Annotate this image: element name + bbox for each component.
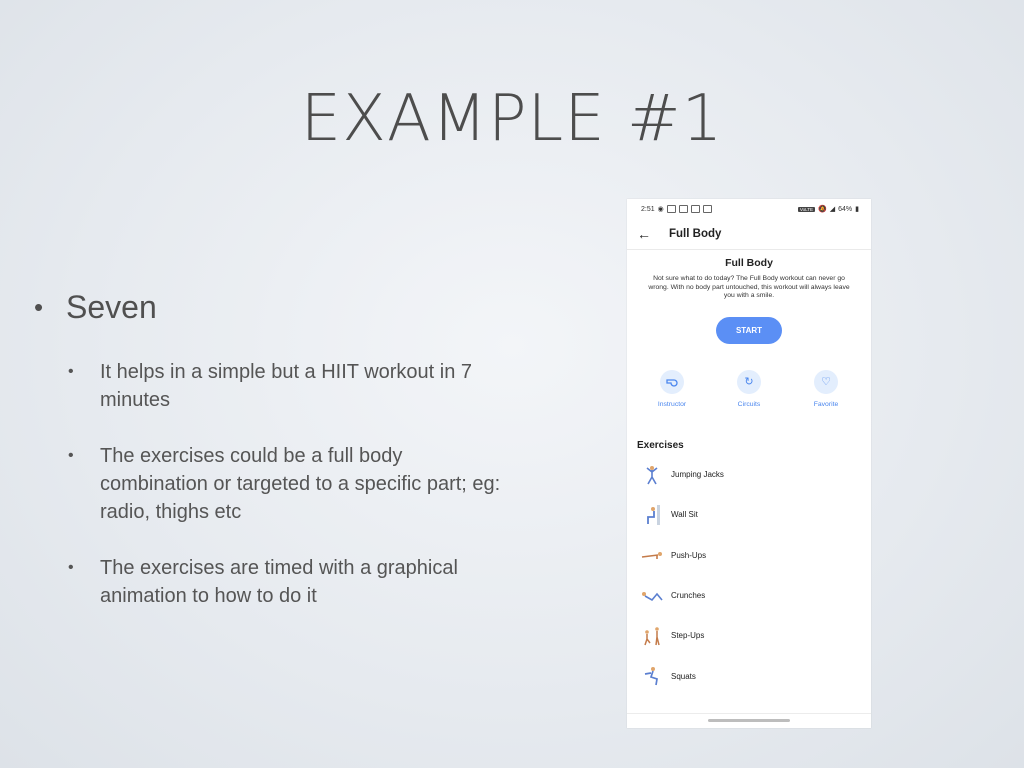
step-ups-figure-icon: [639, 626, 665, 646]
battery-level: 64%: [838, 205, 853, 213]
sub-bullet-dot-icon: •: [68, 363, 74, 380]
wall-sit-figure-icon: [639, 504, 665, 525]
exercise-item-jumping-jacks[interactable]: Jumping Jacks: [639, 455, 859, 495]
bottom-divider: [627, 713, 871, 714]
favorite-label: Favorite: [813, 400, 839, 408]
exercises-header: Exercises: [637, 439, 684, 451]
instructor-label: Instructor: [657, 400, 687, 408]
circuits-button[interactable]: ↻ Circuits: [724, 369, 774, 408]
push-ups-figure-icon: [639, 550, 665, 560]
exercise-list: Jumping Jacks Wall Sit Push-Ups Crunches: [639, 455, 859, 697]
action-row: Instructor ↻ Circuits ♡ Favorite: [639, 369, 859, 408]
sub-bullet-item: • It helps in a simple but a HIIT workou…: [66, 358, 504, 414]
sub-bullet-list: • It helps in a simple but a HIIT workou…: [66, 358, 504, 610]
status-right: VoLTE 🔕 ◢ 64% ▮: [797, 205, 859, 213]
exercise-item-wall-sit[interactable]: Wall Sit: [639, 495, 859, 535]
bullet-main: • Seven: [34, 286, 504, 328]
exercise-label: Push-Ups: [671, 550, 707, 560]
location-icon: ◉: [657, 206, 664, 213]
exercise-label: Squats: [671, 671, 696, 681]
instructor-button[interactable]: Instructor: [647, 369, 697, 408]
favorite-button[interactable]: ♡ Favorite: [801, 369, 851, 408]
sub-bullet-item: • The exercises could be a full body com…: [66, 442, 504, 526]
volte-badge: VoLTE: [797, 206, 816, 212]
sub-bullet-text: It helps in a simple but a HIIT workout …: [100, 361, 473, 411]
notification-icon: [702, 205, 712, 213]
exercise-item-push-ups[interactable]: Push-Ups: [639, 535, 859, 575]
mute-icon: 🔕: [818, 206, 827, 213]
back-arrow-icon[interactable]: ←: [637, 226, 659, 242]
notification-icon: [690, 205, 700, 213]
sub-bullet-dot-icon: •: [68, 559, 74, 576]
exercise-item-step-ups[interactable]: Step-Ups: [639, 616, 859, 656]
refresh-icon: ↻: [737, 369, 761, 394]
whistle-icon: [660, 369, 684, 394]
jumping-jacks-figure-icon: [639, 465, 665, 485]
sub-bullet-dot-icon: •: [68, 447, 74, 464]
home-indicator[interactable]: [708, 719, 790, 722]
phone-screenshot: 2:51 ◉ VoLTE 🔕 ◢ 64% ▮ ← Full Body Full …: [627, 199, 871, 728]
slide-title: EXAMPLE #1: [300, 82, 724, 156]
signal-icon: ◢: [829, 206, 836, 213]
battery-icon: ▮: [855, 206, 859, 213]
circuits-label: Circuits: [737, 400, 761, 408]
bullet-dot-icon: •: [34, 292, 44, 322]
status-bar: 2:51 ◉ VoLTE 🔕 ◢ 64% ▮: [627, 199, 871, 219]
squats-figure-icon: [639, 666, 665, 686]
bullet-main-text: Seven: [66, 289, 157, 325]
sub-bullet-text: The exercises could be a full body combi…: [100, 445, 501, 523]
sub-bullet-item: • The exercises are timed with a graphic…: [66, 554, 504, 610]
start-button[interactable]: START: [716, 316, 782, 344]
status-left: 2:51 ◉: [641, 205, 712, 213]
app-bar: ← Full Body: [627, 219, 871, 250]
sub-bullet-text: The exercises are timed with a graphical…: [100, 557, 458, 607]
exercise-label: Jumping Jacks: [671, 470, 724, 480]
crunches-figure-icon: [639, 590, 665, 602]
notification-icon: [678, 205, 688, 213]
bullet-list: • Seven • It helps in a simple but a HII…: [34, 286, 504, 638]
workout-description: Not sure what to do today? The Full Body…: [648, 275, 850, 299]
exercise-label: Crunches: [671, 591, 706, 601]
workout-content: Full Body Not sure what to do today? The…: [627, 257, 871, 696]
app-bar-title: Full Body: [669, 228, 722, 240]
exercise-label: Wall Sit: [671, 510, 698, 520]
status-time: 2:51: [641, 205, 655, 213]
exercise-label: Step-Ups: [671, 631, 705, 641]
exercise-item-crunches[interactable]: Crunches: [639, 575, 859, 615]
exercise-item-squats[interactable]: Squats: [639, 656, 859, 696]
notification-icon: [666, 205, 676, 213]
heart-icon: ♡: [814, 369, 838, 394]
workout-title: Full Body: [725, 257, 773, 269]
